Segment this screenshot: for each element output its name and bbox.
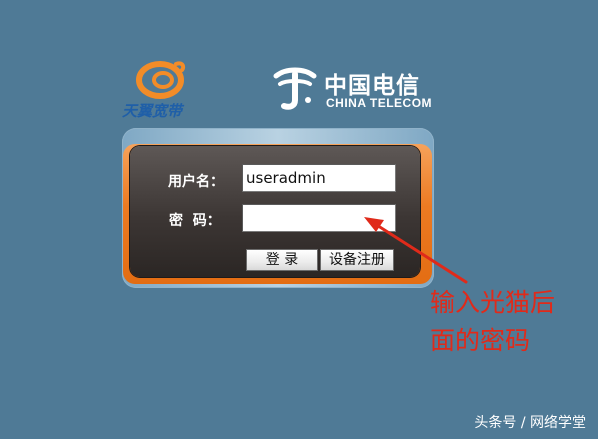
china-telecom-emblem-icon [273, 67, 317, 110]
device-register-button[interactable]: 设备注册 [320, 249, 394, 271]
password-label: 密 码： [169, 213, 221, 229]
china-telecom-en-name: CHINA TELECOM [326, 96, 433, 110]
tianyi-broadband-logo: 天翼宽带 [120, 56, 204, 122]
login-button[interactable]: 登 录 [246, 249, 318, 271]
watermark: 头条号 / 网络学堂 [474, 415, 586, 431]
china-telecom-logo: 中国电信 CHINA TELECOM [272, 66, 432, 116]
china-telecom-cn-name: 中国电信 [324, 72, 420, 99]
tianyi-swirl-icon [136, 61, 186, 99]
tianyi-brand-text: 天翼宽带 [122, 102, 183, 120]
username-label: 用户名： [168, 174, 224, 190]
username-input[interactable]: useradmin [242, 164, 396, 192]
annotation-line-2: 面的密码 [430, 326, 531, 355]
annotation-line-1: 输入光猫后 [430, 288, 556, 317]
password-input[interactable] [242, 204, 396, 232]
annotation-text: 输入光猫后 面的密码 [430, 284, 594, 360]
